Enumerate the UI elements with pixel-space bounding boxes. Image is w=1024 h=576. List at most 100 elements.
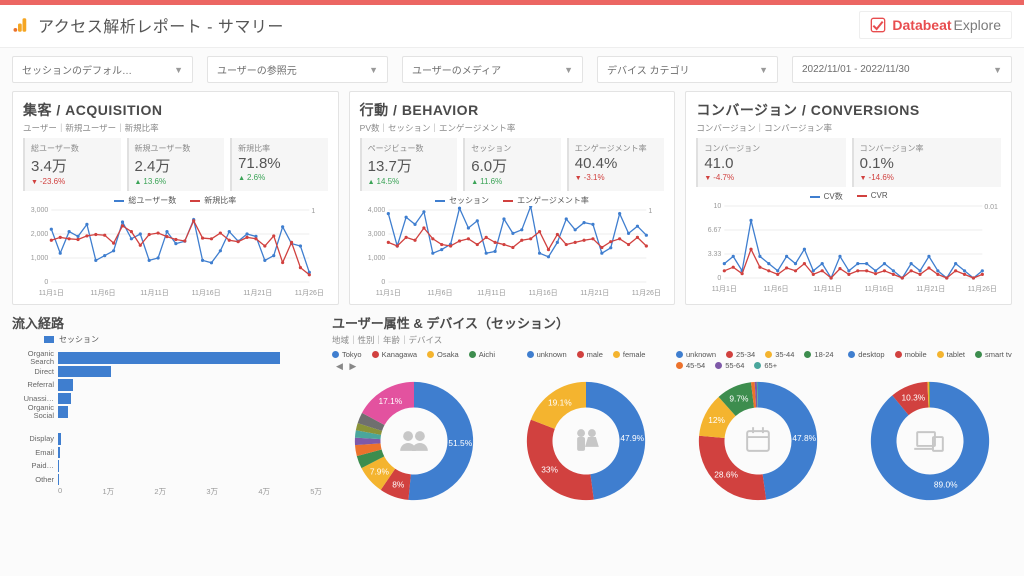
svg-text:8%: 8% — [392, 480, 405, 490]
svg-text:7.9%: 7.9% — [370, 467, 390, 477]
svg-text:11月6日: 11月6日 — [764, 285, 789, 293]
svg-text:10: 10 — [714, 203, 722, 210]
svg-text:0: 0 — [381, 279, 385, 286]
page-title: アクセス解析レポート - サマリー — [38, 13, 284, 37]
brand-icon — [870, 17, 886, 33]
panel-sub: 地域｜性別｜年齢｜デバイス — [332, 334, 1012, 346]
svg-text:11月21日: 11月21日 — [580, 289, 609, 297]
panel-sub: PV数｜セッション｜エンゲージメント率 — [360, 122, 665, 134]
svg-text:1,000: 1,000 — [31, 255, 49, 262]
panel-behavior: 行動 / BEHAVIOR PV数｜セッション｜エンゲージメント率 ページビュー… — [349, 91, 676, 305]
filter-device[interactable]: デバイス カテゴリ▼ — [597, 56, 778, 83]
chart-legend: CV数 CVR — [696, 191, 1001, 202]
svg-text:11月6日: 11月6日 — [427, 289, 452, 297]
svg-text:47.9%: 47.9% — [620, 433, 644, 443]
donut-cell: TokyoKanagawaOsakaAichi◀ ▶51.5%8%7.9%17.… — [332, 350, 496, 510]
panel-title: 集客 / ACQUISITION — [23, 100, 328, 120]
svg-text:47.8%: 47.8% — [792, 433, 816, 443]
bar-row: Organic Search — [12, 351, 322, 365]
svg-text:11月11日: 11月11日 — [140, 289, 169, 297]
svg-text:2,000: 2,000 — [31, 231, 49, 238]
kpi-card: ページビュー数13.7万14.5% — [360, 138, 458, 191]
panel-user-attr: ユーザー属性 & デバイス（セッション） 地域｜性別｜年齢｜デバイス Tokyo… — [332, 313, 1012, 510]
donut-cell: unknownmalefemale47.9%33%19.1% — [504, 350, 668, 510]
svg-text:9.7%: 9.7% — [729, 394, 749, 404]
filter-date-range[interactable]: 2022/11/01 - 2022/11/30▼ — [792, 56, 1012, 83]
legend-nav[interactable]: ◀ ▶ — [336, 361, 358, 372]
svg-text:1,000: 1,000 — [367, 255, 385, 262]
brand-badge: DatabeatExplore — [859, 11, 1012, 39]
svg-text:10.3%: 10.3% — [902, 393, 926, 403]
chevron-down-icon: ▼ — [369, 65, 378, 75]
ga-logo-icon — [12, 16, 30, 34]
svg-text:3,000: 3,000 — [31, 207, 49, 214]
brand-b: Explore — [954, 17, 1001, 33]
svg-text:3.33: 3.33 — [708, 251, 722, 258]
panel-sub: ユーザー｜新規ユーザー｜新規比率 — [23, 122, 328, 134]
panel-channels: 流入経路 セッション Organic SearchDirectReferralU… — [12, 313, 322, 510]
svg-text:11月11日: 11月11日 — [477, 289, 506, 297]
svg-text:11月11日: 11月11日 — [814, 285, 843, 293]
svg-text:0: 0 — [718, 275, 722, 282]
kpi-card: 新規比率71.8%2.6% — [230, 138, 328, 191]
svg-text:17.1%: 17.1% — [378, 396, 402, 406]
filter-session[interactable]: セッションのデフォル…▼ — [12, 56, 193, 83]
svg-text:0.01: 0.01 — [985, 204, 999, 211]
svg-text:11月16日: 11月16日 — [865, 285, 894, 293]
chevron-down-icon: ▼ — [993, 65, 1002, 75]
svg-text:6.67: 6.67 — [708, 227, 722, 234]
filter-referrer[interactable]: ユーザーの参照元▼ — [207, 56, 388, 83]
svg-text:11月6日: 11月6日 — [90, 289, 115, 297]
kpi-list: コンバージョン41.0-4.7%コンバージョン率0.1%-14.6% — [696, 138, 1001, 187]
svg-text:11月16日: 11月16日 — [528, 289, 557, 297]
kpi-list: ページビュー数13.7万14.5%セッション6.0万11.6%エンゲージメント率… — [360, 138, 665, 191]
svg-text:11月1日: 11月1日 — [39, 289, 64, 297]
svg-text:11月26日: 11月26日 — [295, 289, 324, 297]
svg-text:1: 1 — [311, 208, 315, 215]
kpi-card: コンバージョン率0.1%-14.6% — [852, 138, 1001, 187]
chart-legend: セッション エンゲージメント率 — [360, 195, 665, 206]
chart-legend: 総ユーザー数 新規比率 — [23, 195, 328, 206]
behavior-chart: 01,0003,0004,00011月1日11月6日11月11日11月16日11… — [360, 206, 665, 298]
bar-legend: セッション — [44, 334, 322, 345]
bottom-row: 流入経路 セッション Organic SearchDirectReferralU… — [0, 305, 1024, 510]
svg-text:12%: 12% — [708, 415, 725, 425]
conversions-chart: 03.336.671011月1日11月6日11月11日11月16日11月21日1… — [696, 202, 1001, 294]
panel-title: 流入経路 — [12, 313, 322, 332]
svg-text:28.6%: 28.6% — [714, 470, 738, 480]
acquisition-chart: 01,0002,0003,00011月1日11月6日11月11日11月16日11… — [23, 206, 328, 298]
panel-title: ユーザー属性 & デバイス（セッション） — [332, 313, 1012, 332]
svg-text:11月1日: 11月1日 — [375, 289, 400, 297]
filter-bar: セッションのデフォル…▼ ユーザーの参照元▼ ユーザーのメディア▼ デバイス カ… — [0, 48, 1024, 91]
svg-text:11月21日: 11月21日 — [917, 285, 946, 293]
kpi-card: 総ユーザー数3.4万-23.6% — [23, 138, 121, 191]
donut-row: TokyoKanagawaOsakaAichi◀ ▶51.5%8%7.9%17.… — [332, 350, 1012, 510]
bar-row: Direct — [12, 365, 322, 379]
donut-cell: unknown25-3435-4418-2445-5455-6465+47.8%… — [676, 350, 840, 510]
bar-row — [12, 419, 322, 433]
svg-text:1: 1 — [648, 208, 652, 215]
bar-row: Display — [12, 432, 322, 446]
chevron-down-icon: ▼ — [174, 65, 183, 75]
svg-text:3,000: 3,000 — [367, 231, 385, 238]
chevron-down-icon: ▼ — [564, 65, 573, 75]
svg-text:89.0%: 89.0% — [934, 480, 958, 490]
bar-row: Unassi… — [12, 392, 322, 406]
svg-text:19.1%: 19.1% — [548, 398, 572, 408]
svg-text:11月26日: 11月26日 — [631, 289, 660, 297]
bar-row: Other — [12, 473, 322, 487]
filter-media[interactable]: ユーザーのメディア▼ — [402, 56, 583, 83]
bar-row: Paid… — [12, 459, 322, 473]
svg-text:33%: 33% — [541, 465, 558, 475]
svg-text:11月16日: 11月16日 — [192, 289, 221, 297]
panel-conversions: コンバージョン / CONVERSIONS コンバージョン｜コンバージョン率 コ… — [685, 91, 1012, 305]
panel-title: 行動 / BEHAVIOR — [360, 100, 665, 120]
bar-axis: 01万2万3万4万5万 — [58, 486, 322, 497]
bar-row: Email — [12, 446, 322, 460]
svg-text:0: 0 — [44, 279, 48, 286]
kpi-card: セッション6.0万11.6% — [463, 138, 561, 191]
panel-sub: コンバージョン｜コンバージョン率 — [696, 122, 1001, 134]
svg-text:51.5%: 51.5% — [448, 438, 472, 448]
panel-acquisition: 集客 / ACQUISITION ユーザー｜新規ユーザー｜新規比率 総ユーザー数… — [12, 91, 339, 305]
svg-text:11月26日: 11月26日 — [968, 285, 997, 293]
